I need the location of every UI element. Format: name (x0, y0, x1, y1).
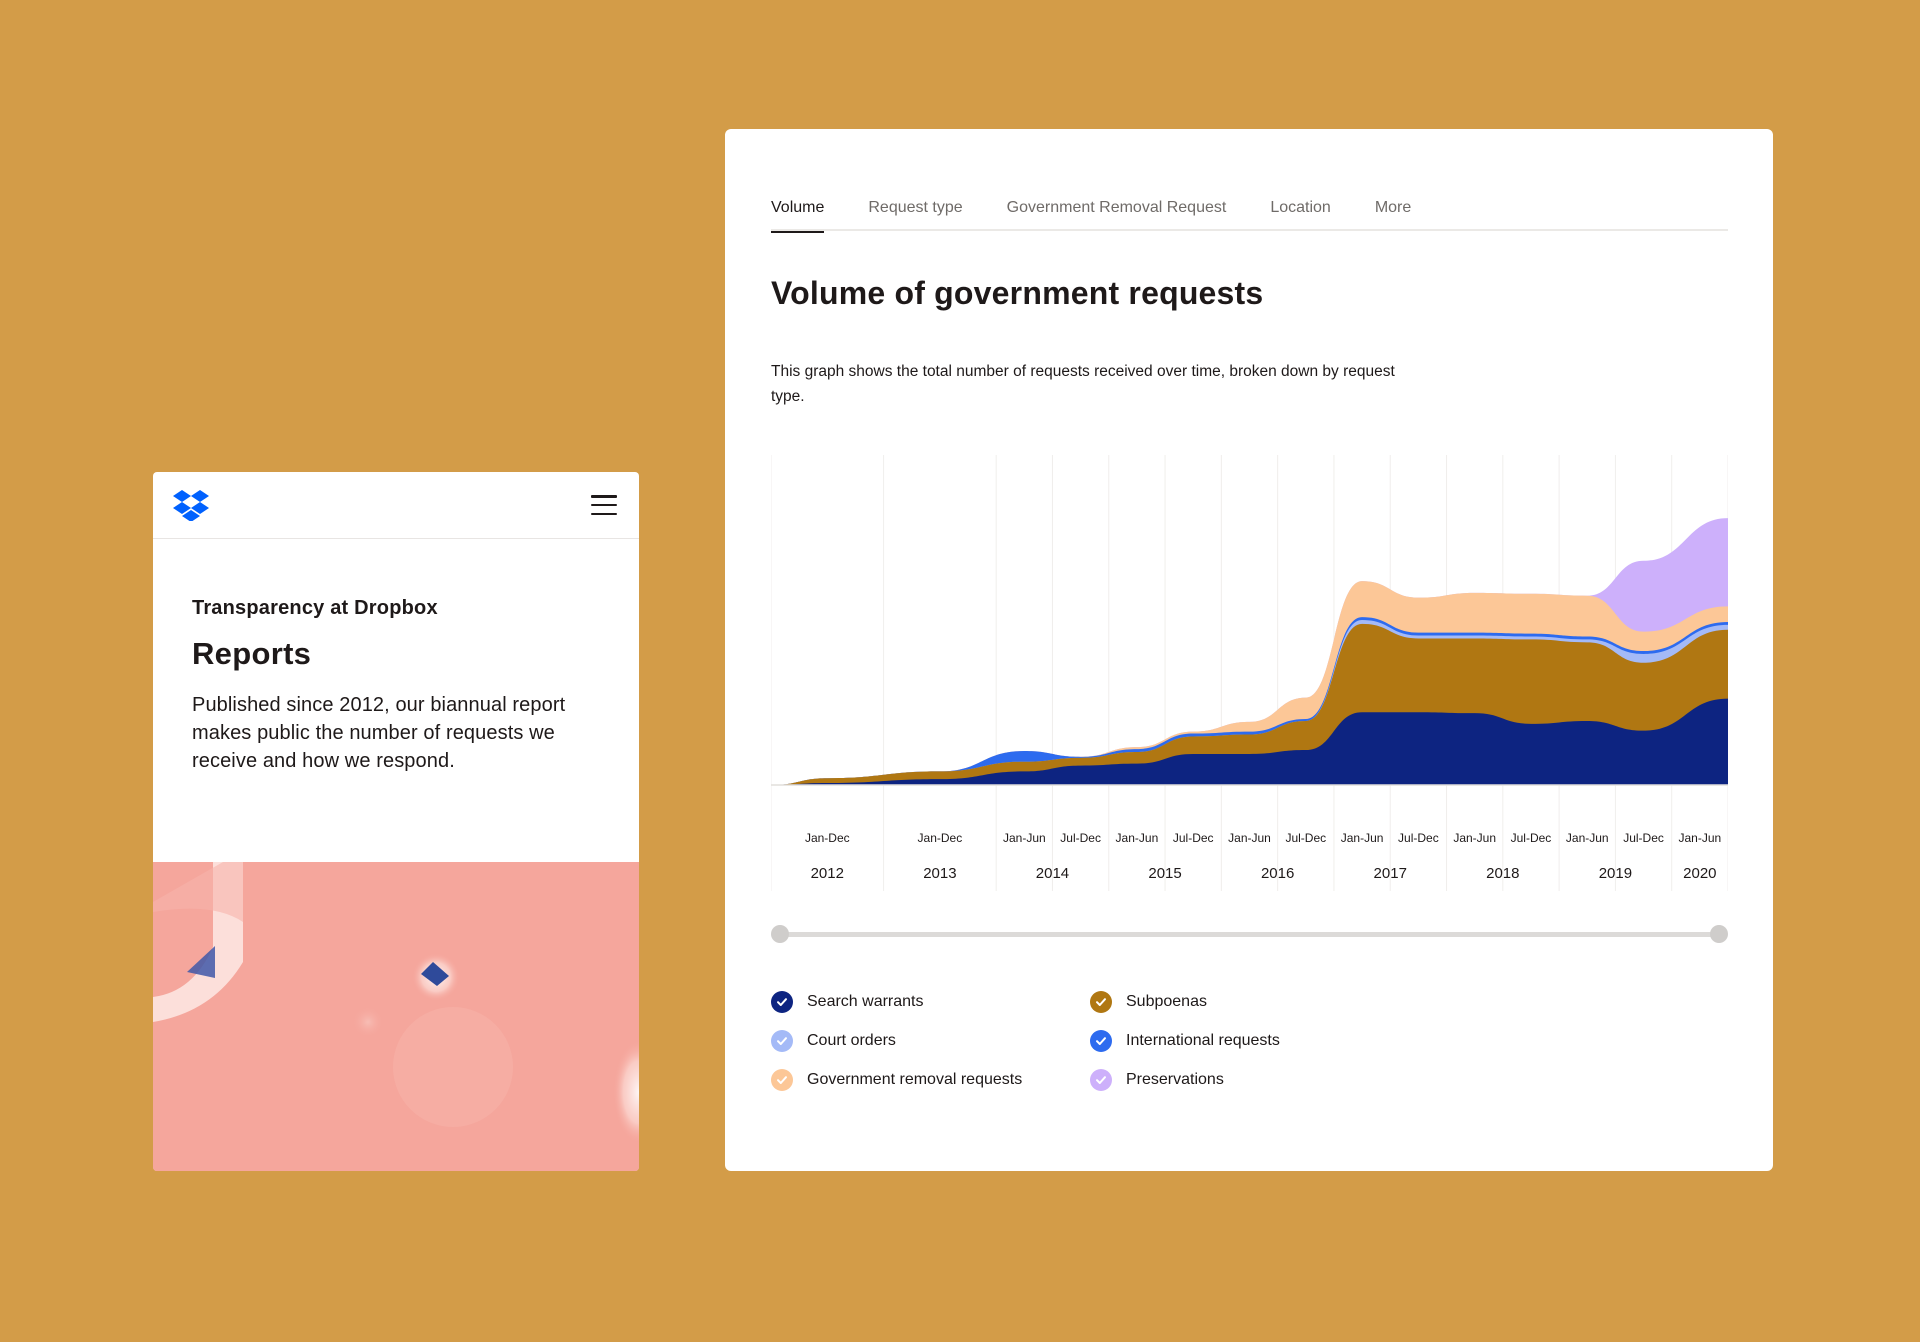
legend-label: International requests (1126, 1031, 1280, 1049)
check-icon[interactable] (1090, 990, 1112, 1013)
mobile-preview-card: Transparency at Dropbox Reports Publishe… (153, 472, 639, 1171)
x-year-label: 2020 (1683, 865, 1716, 882)
tab-volume[interactable]: Volume (771, 199, 825, 233)
page-title: Volume of government requests (771, 275, 1264, 311)
x-tick-label: Jul-Dec (1511, 831, 1552, 845)
x-tick-label: Jan-Jun (1116, 831, 1159, 845)
slider-handle-end[interactable] (1710, 925, 1728, 943)
volume-area-chart[interactable]: Jan-Dec Jan-Dec Jan-Jun Jul-Dec Jan-Jun Jul-D… (771, 455, 1728, 891)
x-tick-label: Jan-Jun (1453, 831, 1496, 845)
chart-description: This graph shows the total number of req… (771, 363, 1395, 405)
x-tick-label: Jul-Dec (1060, 831, 1101, 845)
slider-track[interactable] (779, 932, 1720, 937)
x-tick-label: Jul-Dec (1398, 831, 1439, 845)
check-icon[interactable] (771, 1068, 793, 1091)
x-year-label: 2013 (923, 865, 956, 882)
x-tick-label: Jul-Dec (1623, 831, 1664, 845)
legend-label: Court orders (807, 1031, 896, 1049)
x-tick-label: Jan-Dec (805, 831, 850, 845)
x-tick-label: Jan-Jun (1003, 831, 1046, 845)
dropbox-logo-icon[interactable] (173, 489, 209, 521)
legend-item-court-orders[interactable]: Court orders (771, 1028, 1090, 1053)
tab-bar: Volume Request type Government Removal R… (771, 199, 1728, 233)
slider-handle-start[interactable] (771, 925, 789, 943)
x-year-label: 2017 (1374, 865, 1407, 882)
tab-request-type[interactable]: Request type (868, 199, 962, 231)
mobile-description: Published since 2012, our biannual repor… (192, 694, 566, 772)
x-year-label: 2014 (1036, 865, 1069, 882)
mobile-hero: Transparency at Dropbox Reports Publishe… (153, 539, 639, 775)
report-panel: Volume Request type Government Removal R… (725, 129, 1773, 1171)
legend-item-government-removal-requests[interactable]: Government removal requests (771, 1067, 1090, 1092)
check-icon[interactable] (771, 1029, 793, 1052)
legend-label: Subpoenas (1126, 992, 1207, 1010)
x-year-label: 2016 (1261, 865, 1294, 882)
legend-label: Government removal requests (807, 1070, 1023, 1088)
range-slider[interactable] (771, 924, 1728, 944)
legend-item-preservations[interactable]: Preservations (1090, 1067, 1331, 1092)
check-icon[interactable] (1090, 1068, 1112, 1091)
mobile-header (153, 472, 639, 539)
tab-location[interactable]: Location (1270, 199, 1331, 231)
legend-item-search-warrants[interactable]: Search warrants (771, 989, 1090, 1014)
chart-legend: Search warrants Subpoenas Court orders I… (771, 989, 1331, 1092)
legend-item-international-requests[interactable]: International requests (1090, 1028, 1331, 1053)
check-icon[interactable] (771, 990, 793, 1013)
decorative-illustration (153, 862, 639, 1171)
x-year-label: 2012 (811, 865, 844, 882)
tab-more[interactable]: More (1375, 199, 1411, 231)
x-tick-label: Jan-Jun (1566, 831, 1609, 845)
x-tick-label: Jan-Jun (1679, 831, 1722, 845)
x-year-label: 2018 (1486, 865, 1519, 882)
check-icon[interactable] (1090, 1029, 1112, 1052)
legend-item-subpoenas[interactable]: Subpoenas (1090, 989, 1331, 1014)
mobile-title: Reports (192, 636, 312, 671)
hamburger-menu-icon[interactable] (591, 495, 617, 515)
legend-label: Search warrants (807, 992, 924, 1010)
x-tick-label: Jul-Dec (1173, 831, 1214, 845)
x-tick-label: Jan-Jun (1228, 831, 1271, 845)
x-year-label: 2015 (1148, 865, 1181, 882)
tab-government-removal-request[interactable]: Government Removal Request (1007, 199, 1227, 231)
x-tick-label: Jul-Dec (1285, 831, 1326, 845)
x-tick-label: Jan-Jun (1341, 831, 1384, 845)
legend-label: Preservations (1126, 1070, 1224, 1088)
x-tick-label: Jan-Dec (918, 831, 963, 845)
mobile-eyebrow: Transparency at Dropbox (192, 597, 438, 619)
x-year-label: 2019 (1599, 865, 1632, 882)
